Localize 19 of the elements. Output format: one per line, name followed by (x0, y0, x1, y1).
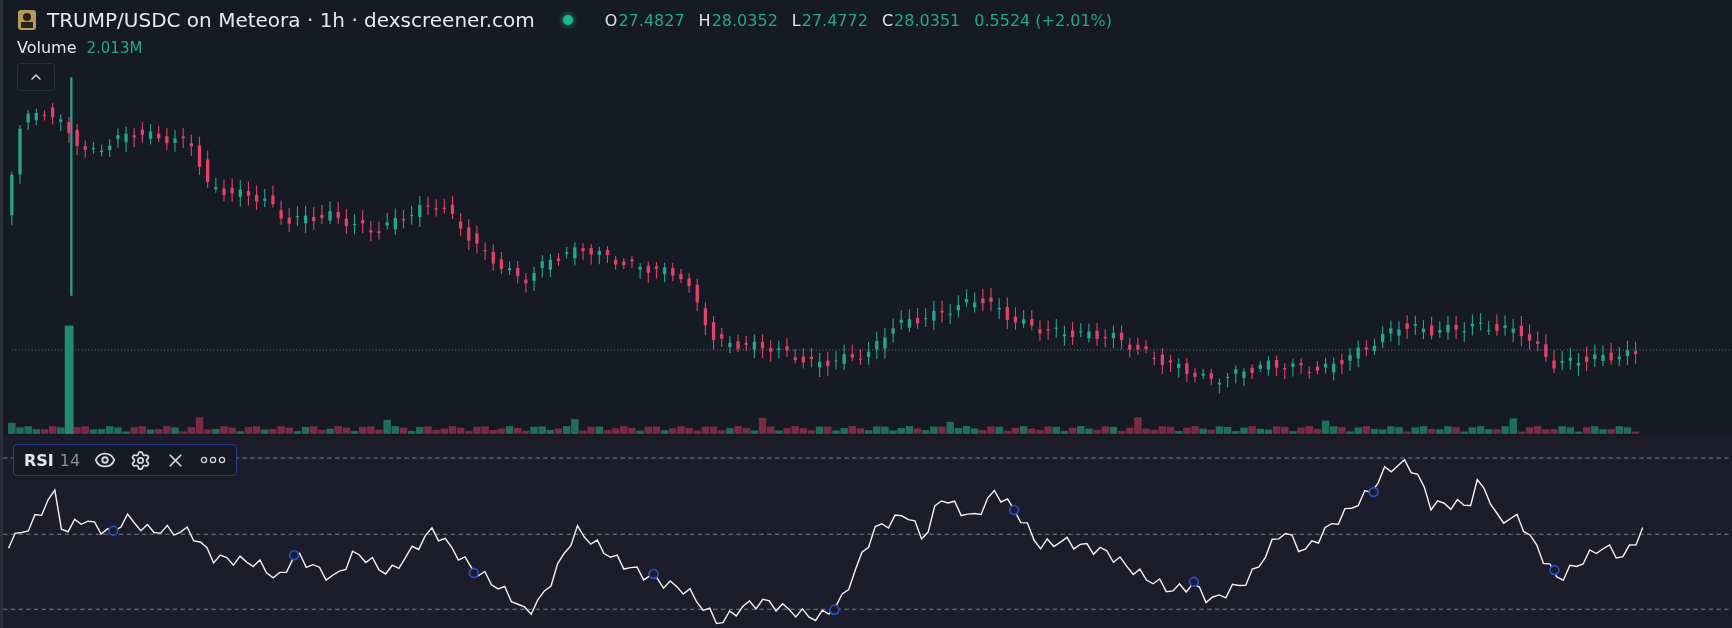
ohlc-value: 28.0351 (894, 10, 961, 30)
volume-value: 2.013M (86, 38, 143, 57)
volume-label: Volume (17, 38, 77, 57)
ohlc-label: L (791, 10, 801, 30)
ohlc-value: 27.4772 (801, 10, 868, 30)
indicator-name: RSI (24, 450, 54, 470)
more-icon[interactable] (200, 456, 227, 464)
settings-icon[interactable] (130, 449, 152, 471)
ohlc-label: C (881, 10, 894, 30)
collapse-button[interactable] (17, 63, 55, 91)
status-dot-icon (562, 15, 573, 25)
logo-icon (17, 9, 37, 31)
price-change: 0.5524 (+2.01%) (974, 10, 1113, 30)
ohlc-label: H (698, 10, 711, 30)
ohlc-label: O (604, 10, 618, 30)
ohlc-value: 28.0352 (711, 10, 778, 30)
pair-title: TRUMP/USDC on Meteora · 1h · dexscreener.com (47, 8, 535, 32)
indicator-length: 14 (59, 450, 81, 470)
ohlc-value: 27.4827 (618, 10, 685, 30)
